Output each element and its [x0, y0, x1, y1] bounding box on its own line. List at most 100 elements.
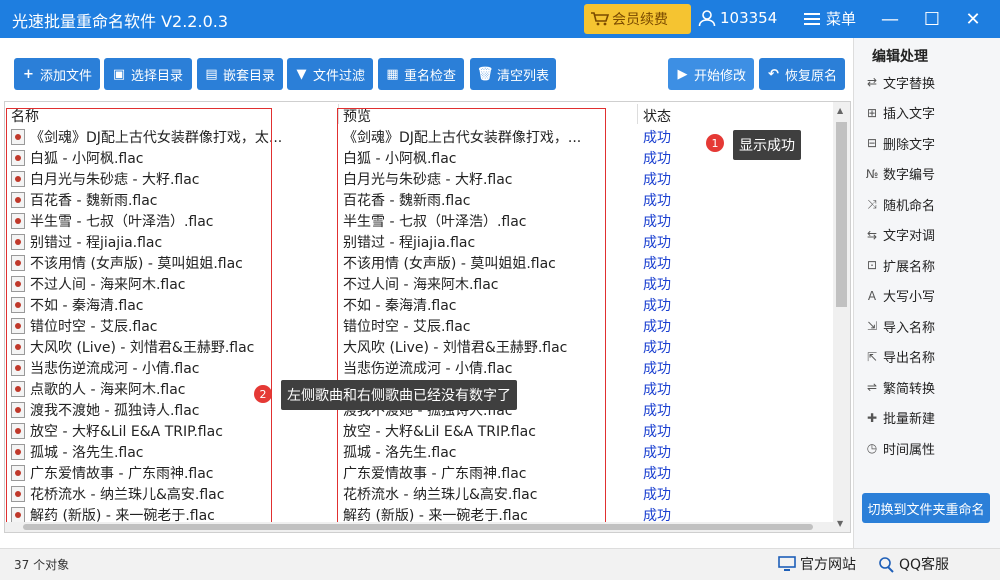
user-id: 103354 — [720, 9, 778, 27]
status-text: 成功 — [643, 193, 671, 209]
edit-item-label: 时间属性 — [883, 442, 936, 458]
vertical-scrollbar[interactable]: ▲ ▼ — [833, 102, 850, 532]
app-title: 光速批量重命名软件 V2.2.0.3 — [12, 12, 229, 31]
status-text: 成功 — [643, 487, 671, 503]
horizontal-scroll-thumb[interactable] — [23, 524, 813, 530]
export-icon: ⇱ — [866, 349, 878, 364]
edit-item-delete-text[interactable]: ⊟ 删除文字 — [864, 132, 935, 154]
import-icon: ⇲ — [866, 319, 878, 333]
edit-item-insert[interactable]: ⊞ 插入文字 — [864, 102, 935, 124]
menu-label: 菜单 — [826, 10, 857, 28]
minimize-icon: — — [881, 8, 899, 30]
undo-icon: ↶ — [768, 66, 779, 82]
start-rename-button[interactable]: ▶ 开始修改 — [668, 58, 754, 90]
annotation-tooltip-2: 左侧歌曲和右侧歌曲已经没有数字了 — [281, 380, 517, 410]
swap-icon: ⇆ — [866, 227, 878, 242]
switch-folder-rename-button[interactable]: 切换到文件夹重命名 — [862, 493, 990, 523]
status-text: 成功 — [643, 319, 671, 335]
status-text: 成功 — [643, 382, 671, 398]
edit-item-label: 扩展名称 — [883, 259, 936, 275]
status-text: 成功 — [643, 172, 671, 188]
duplicate-check-label: 重名检查 — [403, 68, 456, 84]
close-icon: ✕ — [965, 8, 981, 30]
edit-item-extension[interactable]: ⊡ 扩展名称 — [864, 254, 935, 276]
status-text: 成功 — [643, 361, 671, 377]
annotation-tooltip-1: 显示成功 — [733, 130, 801, 160]
menu-button[interactable]: 菜单 — [804, 8, 856, 29]
extension-icon: ⊡ — [866, 258, 878, 272]
maximize-icon: ☐ — [923, 8, 941, 30]
batch-new-icon: ✚ — [866, 410, 878, 425]
highlight-box-name — [6, 108, 272, 532]
add-file-button[interactable]: + 添加文件 — [14, 58, 100, 90]
delete-text-icon: ⊟ — [866, 136, 878, 150]
insert-icon: ⊞ — [866, 105, 878, 120]
clear-list-button[interactable]: 🗑 清空列表 — [470, 58, 556, 90]
edit-item-clock[interactable]: ◷ 时间属性 — [864, 437, 935, 459]
replace-icon: ⇄ — [866, 75, 878, 89]
toolbar: + 添加文件 ▣ 选择目录 ▤ 嵌套目录 ▼ 文件过滤 ▦ 重名检查 🗑 清空列… — [0, 38, 852, 100]
vip-renew-label: 会员续费 — [612, 12, 668, 28]
edit-item-import[interactable]: ⇲ 导入名称 — [864, 315, 935, 337]
edit-item-numbering[interactable]: № 数字编号 — [864, 163, 935, 185]
status-text: 成功 — [643, 466, 671, 482]
edit-item-label: 插入文字 — [883, 107, 936, 122]
headset-icon — [879, 557, 894, 573]
official-website-link[interactable]: 官方网站 — [778, 554, 856, 574]
edit-item-label: 删除文字 — [883, 137, 936, 153]
column-header-status[interactable]: 状态 — [643, 106, 671, 126]
edit-item-replace[interactable]: ⇄ 文字替换 — [864, 71, 935, 93]
scroll-up-icon[interactable]: ▲ — [837, 106, 843, 115]
close-button[interactable]: ✕ — [960, 6, 986, 32]
add-file-label: 添加文件 — [39, 68, 92, 84]
edit-panel-title: 编辑处理 — [872, 49, 928, 65]
plus-icon: + — [23, 66, 34, 82]
user-account[interactable]: 103354 — [698, 9, 777, 27]
column-divider[interactable] — [637, 104, 638, 124]
nested-folder-label: 嵌套目录 — [222, 68, 275, 84]
edit-item-label: 数字编号 — [883, 168, 936, 183]
status-text: 成功 — [643, 298, 671, 314]
duplicate-check-button[interactable]: ▦ 重名检查 — [378, 58, 464, 90]
start-rename-label: 开始修改 — [693, 68, 746, 84]
restore-name-label: 恢复原名 — [784, 68, 837, 84]
edit-item-label: 导出名称 — [883, 351, 936, 366]
numbering-icon: № — [865, 166, 879, 181]
nested-folder-button[interactable]: ▤ 嵌套目录 — [197, 58, 283, 90]
vip-renew-button[interactable]: 会员续费 — [584, 4, 691, 34]
folder-add-icon: ▣ — [112, 66, 126, 82]
status-text: 成功 — [643, 130, 671, 146]
status-text: 成功 — [643, 424, 671, 440]
edit-item-convert[interactable]: ⇌ 繁简转换 — [864, 376, 935, 398]
restore-name-button[interactable]: ↶ 恢复原名 — [759, 58, 845, 90]
edit-panel: 编辑处理 ⇄ 文字替换 ⊞ 插入文字 ⊟ 删除文字 № 数字编号 ⤨ 随机命名 ⇆ 文字对调 ⊡ 扩展名称… — [853, 38, 1000, 548]
vertical-scroll-thumb[interactable] — [836, 122, 847, 307]
edit-item-case[interactable]: A 大写小写 — [864, 285, 935, 307]
edit-item-label: 批量新建 — [883, 412, 936, 427]
status-text: 成功 — [643, 403, 671, 419]
edit-item-batch-new[interactable]: ✚ 批量新建 — [864, 407, 935, 429]
file-list[interactable]: 名称 预览 状态 《剑魂》DJ配上古代女装群像打戏，太... 《剑魂》DJ配上古代… — [4, 101, 851, 533]
annotation-badge-1: 1 — [706, 134, 724, 152]
status-text: 成功 — [643, 277, 671, 293]
maximize-button[interactable]: ☐ — [919, 6, 945, 32]
edit-item-swap[interactable]: ⇆ 文字对调 — [864, 224, 935, 246]
edit-item-shuffle[interactable]: ⤨ 随机命名 — [864, 193, 935, 215]
file-filter-label: 文件过滤 — [312, 68, 365, 84]
annotation-badge-2: 2 — [254, 385, 272, 403]
select-folder-button[interactable]: ▣ 选择目录 — [104, 58, 192, 90]
edit-item-export[interactable]: ⇱ 导出名称 — [864, 346, 935, 368]
official-website-label: 官方网站 — [800, 557, 856, 573]
case-icon: A — [867, 288, 877, 303]
status-text: 成功 — [643, 256, 671, 272]
horizontal-scrollbar[interactable] — [5, 522, 835, 532]
qq-support-link[interactable]: QQ客服 — [877, 554, 949, 574]
convert-icon: ⇌ — [866, 380, 878, 394]
status-text: 成功 — [643, 340, 671, 356]
minimize-button[interactable]: — — [877, 6, 903, 32]
user-icon — [698, 10, 716, 27]
file-filter-button[interactable]: ▼ 文件过滤 — [287, 58, 373, 90]
scroll-down-icon[interactable]: ▼ — [837, 519, 843, 528]
edit-item-label: 文字替换 — [883, 76, 936, 92]
clear-list-label: 清空列表 — [497, 68, 550, 84]
